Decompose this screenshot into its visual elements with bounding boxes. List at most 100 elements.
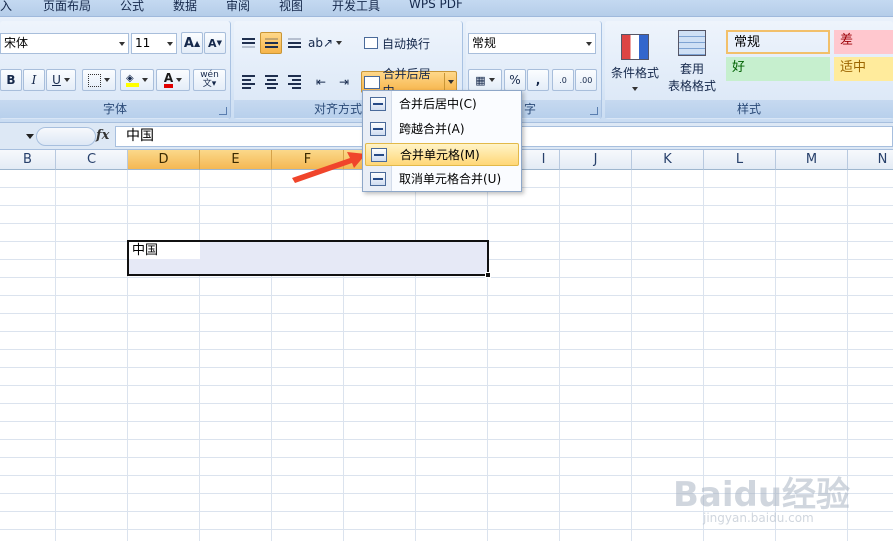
orientation-button[interactable]: ab↗ — [307, 32, 343, 54]
column-header-j[interactable]: J — [560, 150, 632, 170]
tab-insert[interactable]: 入 — [0, 0, 12, 14]
column-label: N — [877, 152, 888, 167]
merge-dropdown-arrow[interactable] — [444, 73, 456, 91]
watermark-url: jingyan.baidu.com — [703, 511, 814, 525]
tab-developer[interactable]: 开发工具 — [332, 0, 380, 14]
align-center-button[interactable] — [260, 71, 282, 93]
column-header-n[interactable]: N — [848, 150, 893, 170]
column-label: B — [23, 152, 32, 167]
column-header-e[interactable]: E — [200, 150, 272, 170]
menu-item-merge-across[interactable]: 跨越合并(A) — [365, 118, 519, 141]
menu-item-unmerge-cells[interactable]: 取消单元格合并(U) — [365, 168, 519, 191]
merge-across-icon — [370, 122, 386, 136]
table-format-label-2: 表格格式 — [667, 79, 716, 93]
fill-handle[interactable] — [485, 272, 491, 278]
tab-view[interactable]: 视图 — [279, 0, 303, 14]
align-top-icon — [241, 38, 255, 48]
column-label: C — [86, 152, 97, 167]
selected-range[interactable]: 中国 — [127, 240, 491, 278]
column-header-k[interactable]: K — [632, 150, 704, 170]
align-bottom-button[interactable] — [283, 32, 305, 54]
text-orientation-icon: ab↗ — [307, 36, 334, 50]
font-size-combo[interactable]: 11 — [131, 33, 177, 54]
align-bottom-icon — [287, 38, 301, 48]
chevron-down-icon — [104, 78, 110, 82]
number-format-value: 常规 — [472, 36, 497, 50]
align-middle-icon — [264, 38, 278, 48]
fill-color-button[interactable]: ◈ — [120, 69, 154, 91]
tab-formulas[interactable]: 公式 — [120, 0, 144, 14]
align-right-button[interactable] — [283, 71, 305, 93]
font-color-button[interactable]: A — [156, 69, 190, 91]
increase-indent-button[interactable]: ⇥ — [333, 71, 355, 93]
align-left-button[interactable] — [237, 71, 259, 93]
styles-group-label: 样式 — [605, 100, 893, 118]
currency-button[interactable]: ▦ — [468, 69, 502, 91]
shrink-font-button[interactable]: A ▼ — [204, 32, 226, 54]
wrap-text-button[interactable]: 自动换行 — [361, 32, 437, 54]
increase-decimal-icon: .0 — [559, 75, 567, 85]
grid-line — [127, 170, 128, 541]
style-bad[interactable]: 差 — [834, 30, 893, 54]
decrease-decimal-button[interactable]: .00 — [575, 69, 597, 91]
increase-decimal-button[interactable]: .0 — [552, 69, 574, 91]
merge-cells-icon — [371, 148, 387, 162]
column-header-m[interactable]: M — [776, 150, 848, 170]
column-header-b[interactable]: B — [0, 150, 56, 170]
conditional-format-icon — [621, 33, 649, 60]
tab-review[interactable]: 审阅 — [226, 0, 250, 14]
style-good[interactable]: 好 — [726, 57, 830, 81]
grid-line — [55, 170, 56, 541]
table-format-icon — [678, 30, 706, 56]
column-header-c[interactable]: C — [56, 150, 128, 170]
dialog-launcher-icon[interactable] — [219, 107, 227, 115]
italic-button[interactable]: I — [23, 69, 45, 91]
formula-divider-handle[interactable] — [36, 127, 96, 146]
spreadsheet-window: 入 页面布局 公式 数据 审阅 视图 开发工具 WPS PDF 宋体 11 A ▲… — [0, 0, 893, 541]
phonetic-button[interactable]: wén 文▾ — [193, 69, 226, 91]
conditional-format-label: 条件格式 — [610, 65, 659, 80]
underline-button[interactable]: U — [46, 69, 76, 91]
number-format-combo[interactable]: 常规 — [468, 33, 596, 54]
menu-item-merge-cells[interactable]: 合并单元格(M) — [365, 143, 519, 166]
name-box-dropdown-icon[interactable] — [26, 134, 34, 139]
table-format-button[interactable]: 套用 表格格式 — [663, 25, 721, 99]
font-group-label: 字体 — [0, 100, 230, 118]
fx-button[interactable]: fx — [96, 128, 109, 143]
column-header-d[interactable]: D — [128, 150, 200, 170]
menu-item-merge-center[interactable]: 合并后居中(C) — [365, 93, 519, 116]
tab-wps-pdf[interactable]: WPS PDF — [409, 0, 463, 11]
active-cell[interactable]: 中国 — [129, 242, 200, 259]
grid-line — [415, 170, 416, 541]
align-center-icon — [264, 75, 278, 89]
menu-item-label: 跨越合并(A) — [399, 122, 465, 136]
column-label: L — [735, 152, 744, 167]
chevron-down-icon — [63, 78, 70, 82]
column-header-l[interactable]: L — [704, 150, 776, 170]
style-normal[interactable]: 常规 — [726, 30, 830, 54]
font-name-combo[interactable]: 宋体 — [0, 33, 129, 54]
comma-button[interactable]: , — [527, 69, 549, 91]
grow-font-button[interactable]: A ▲ — [181, 32, 203, 54]
grid-line — [271, 170, 272, 541]
currency-icon: ▦ — [475, 73, 486, 87]
tab-data[interactable]: 数据 — [173, 0, 197, 14]
dialog-launcher-icon[interactable] — [590, 107, 598, 115]
chevron-down-icon — [586, 42, 592, 46]
cell-value: 中国 — [132, 243, 159, 258]
merge-center-icon — [370, 97, 386, 111]
style-neutral[interactable]: 适中 — [834, 57, 893, 81]
align-middle-button[interactable] — [260, 32, 282, 54]
conditional-format-button[interactable]: 条件格式 — [607, 25, 663, 99]
grow-font-icon: A — [183, 35, 194, 51]
decrease-decimal-icon: .00 — [579, 75, 593, 85]
border-button[interactable] — [82, 69, 116, 91]
decrease-indent-button[interactable]: ⇤ — [310, 71, 332, 93]
font-color-icon: A — [163, 72, 174, 88]
menu-item-label: 取消单元格合并(U) — [399, 172, 502, 186]
percent-button[interactable]: % — [504, 69, 526, 91]
tab-page-layout[interactable]: 页面布局 — [43, 0, 91, 14]
bold-button[interactable]: B — [0, 69, 22, 91]
font-name-value: 宋体 — [4, 36, 29, 50]
align-top-button[interactable] — [237, 32, 259, 54]
